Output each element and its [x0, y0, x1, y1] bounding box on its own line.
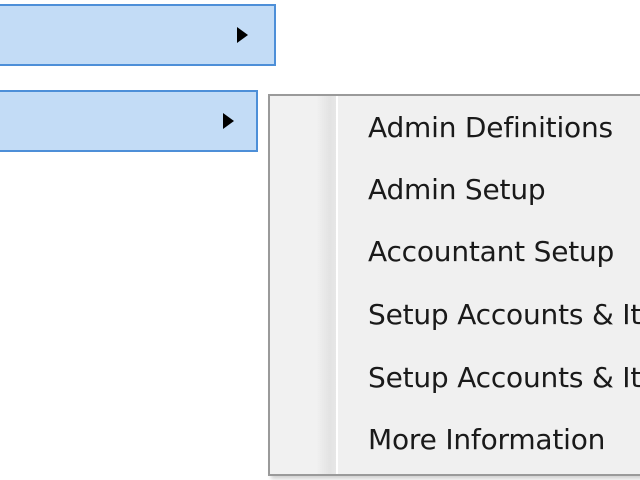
submenu-arrow-right-icon: [237, 27, 248, 43]
parent-menu-item-1[interactable]: [0, 4, 276, 66]
menu-item-more-information[interactable]: More Information: [368, 420, 605, 460]
menu-item-accountant-setup[interactable]: Accountant Setup: [368, 232, 614, 272]
screen: Admin Definitions Admin Setup Accountant…: [0, 0, 640, 480]
submenu-icon-gutter: [270, 96, 338, 474]
menu-item-admin-definitions[interactable]: Admin Definitions: [368, 108, 613, 148]
menu-item-setup-accounts-2[interactable]: Setup Accounts & It: [368, 358, 640, 398]
menu-item-setup-accounts-1[interactable]: Setup Accounts & It: [368, 295, 640, 335]
submenu-arrow-right-icon: [223, 113, 234, 129]
submenu-popup: Admin Definitions Admin Setup Accountant…: [268, 94, 640, 476]
menu-item-admin-setup[interactable]: Admin Setup: [368, 170, 546, 210]
parent-menu-item-2[interactable]: [0, 90, 258, 152]
